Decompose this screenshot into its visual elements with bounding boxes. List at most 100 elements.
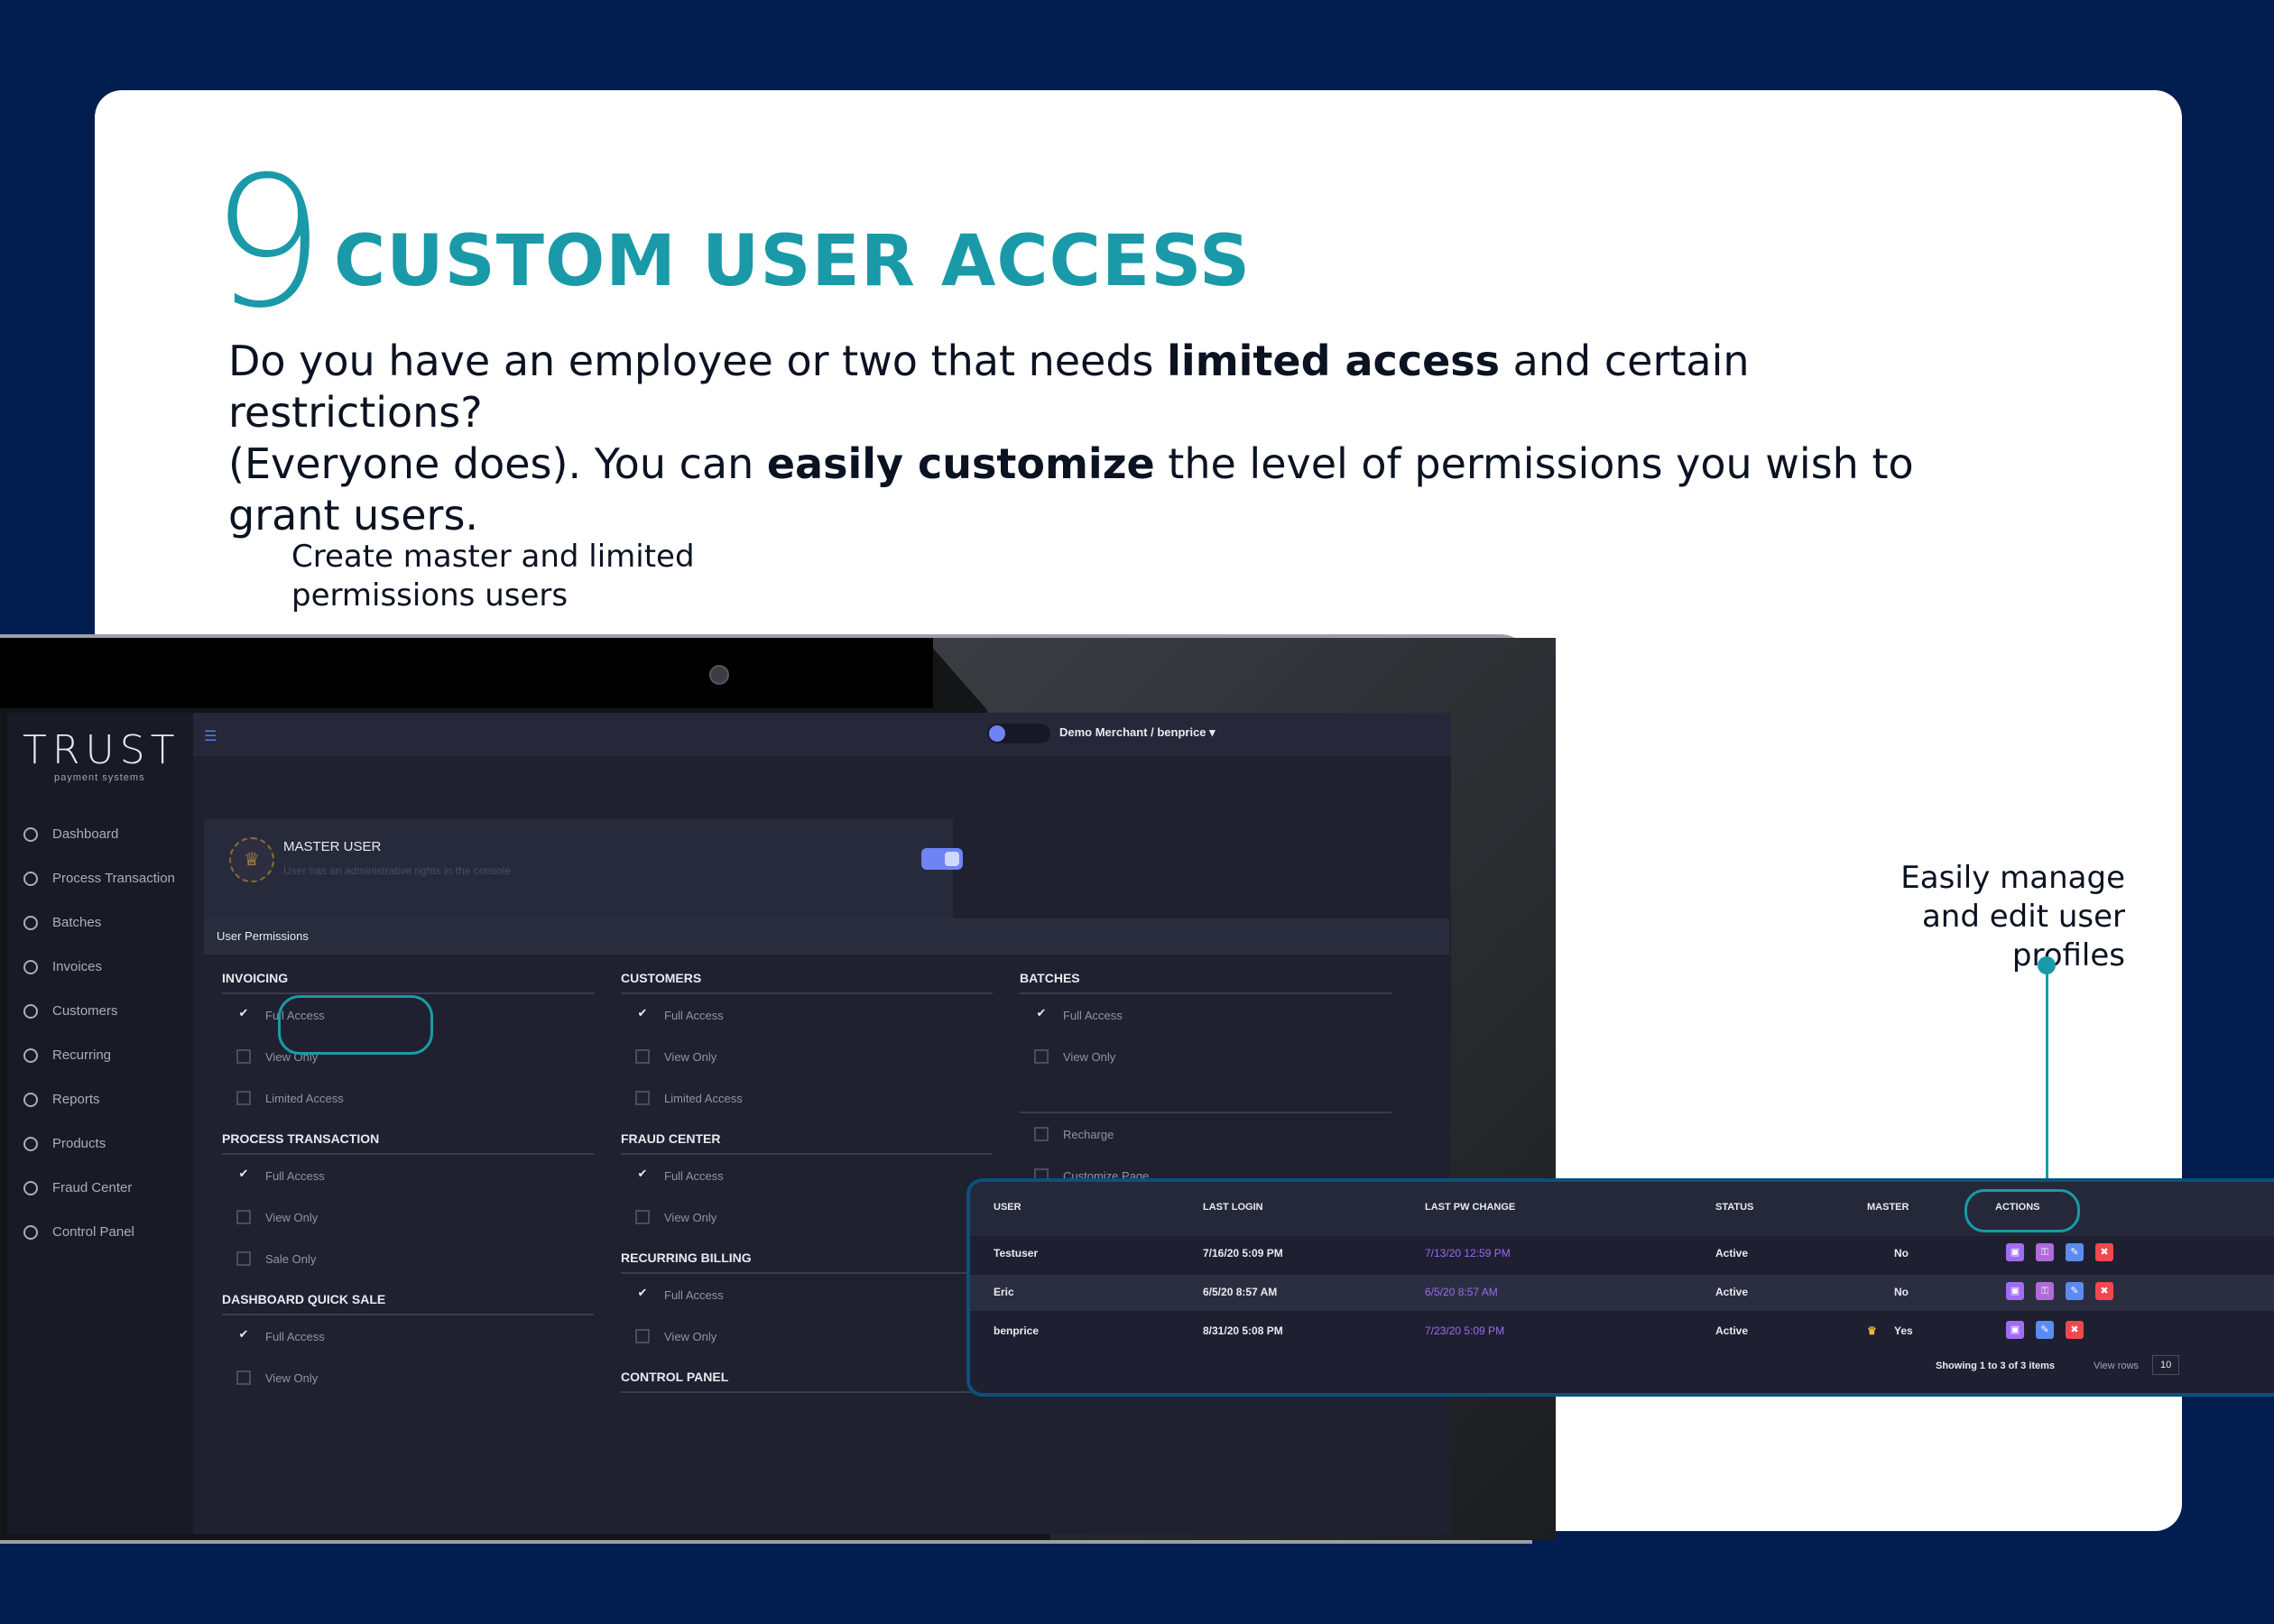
- edit-icon[interactable]: ✎: [2066, 1282, 2084, 1300]
- permission-option-label: View Only: [1063, 1049, 1116, 1064]
- table-cell-user: Testuser: [994, 1247, 1039, 1260]
- permission-option[interactable]: ✔ Full Access: [222, 1315, 594, 1357]
- table-cell-last-login: 7/16/20 5:09 PM: [1203, 1247, 1283, 1260]
- chevron-down-icon: ▾: [1209, 725, 1216, 739]
- permission-option[interactable]: View Only: [621, 1036, 993, 1077]
- main-content: ♕ MASTER USER User has an administrative…: [193, 756, 1451, 1534]
- permission-section-title: CUSTOMERS: [621, 964, 993, 994]
- table-cell-last-pw: 7/23/20 5:09 PM: [1425, 1324, 1505, 1337]
- menu-icon[interactable]: ☰: [204, 727, 217, 745]
- permission-option[interactable]: Limited Access: [222, 1077, 594, 1119]
- delete-icon[interactable]: ✖: [2095, 1282, 2113, 1300]
- checkbox[interactable]: [635, 1091, 650, 1105]
- basket-icon: [23, 1136, 38, 1151]
- callout-master-limited: Create master and limited permissions us…: [291, 539, 695, 614]
- checkmark-icon[interactable]: ✔: [635, 1007, 650, 1022]
- checkbox[interactable]: [1034, 1127, 1049, 1141]
- checkmark-icon[interactable]: ✔: [1034, 1007, 1049, 1022]
- checkbox[interactable]: [236, 1049, 251, 1064]
- table-row: Testuser 7/16/20 5:09 PM 7/13/20 12:59 PM A…: [970, 1236, 2274, 1272]
- permission-option[interactable]: View Only: [222, 1357, 594, 1398]
- checkmark-icon[interactable]: ✔: [236, 1007, 251, 1022]
- theme-toggle[interactable]: [987, 724, 1050, 743]
- checkmark-icon[interactable]: ✔: [635, 1287, 650, 1302]
- permission-option[interactable]: ✔ Full Access: [621, 1155, 993, 1196]
- sidebar-item-invoices[interactable]: Invoices: [7, 945, 193, 989]
- sidebar-item-fraud-center[interactable]: Fraud Center: [7, 1166, 193, 1210]
- tab-user-permissions[interactable]: User Permissions: [204, 918, 339, 955]
- col-status: STATUS: [1715, 1202, 1754, 1213]
- step-number: 9: [210, 138, 326, 348]
- laptop-mockup: TRUST payment systems Dashboard Process …: [0, 634, 1556, 1544]
- lock-icon[interactable]: ▣: [2006, 1243, 2024, 1261]
- permission-option[interactable]: Recharge: [1020, 1113, 1391, 1155]
- checkbox[interactable]: [236, 1210, 251, 1224]
- delete-icon[interactable]: ✖: [2095, 1243, 2113, 1261]
- permission-option-label: View Only: [664, 1329, 717, 1343]
- permission-option[interactable]: Sale Only: [222, 1238, 594, 1279]
- camera-icon: [709, 665, 729, 685]
- sidebar-item-batches[interactable]: Batches: [7, 900, 193, 945]
- checkmark-icon[interactable]: ✔: [236, 1328, 251, 1343]
- sidebar-item-customers[interactable]: Customers: [7, 989, 193, 1033]
- permission-option[interactable]: Limited Access: [621, 1077, 993, 1119]
- lock-icon[interactable]: ▣: [2006, 1282, 2024, 1300]
- permission-section-title: BATCHES: [1020, 964, 1391, 994]
- sidebar-item-process-transaction[interactable]: Process Transaction: [7, 856, 193, 900]
- permission-option[interactable]: ✔ Full Access: [1020, 994, 1391, 1036]
- permission-option[interactable]: View Only: [1020, 1036, 1391, 1077]
- col-last-pw-change: LAST PW CHANGE: [1425, 1202, 1516, 1213]
- gear-icon: [23, 1224, 38, 1240]
- master-user-toggle[interactable]: [921, 848, 963, 870]
- merchant-user-menu[interactable]: Demo Merchant / benprice ▾: [1059, 725, 1216, 740]
- dashboard-icon: [23, 826, 38, 842]
- col-master: MASTER: [1867, 1202, 1909, 1213]
- edit-icon[interactable]: ✎: [2066, 1243, 2084, 1261]
- key-icon[interactable]: ⚿: [2036, 1282, 2054, 1300]
- permission-section-title: INVOICING: [222, 964, 594, 994]
- master-user-title: MASTER USER: [283, 839, 382, 854]
- permission-option[interactable]: ✔ Full Access: [621, 1274, 993, 1315]
- logo: TRUST: [23, 727, 180, 773]
- permission-option[interactable]: View Only: [222, 1196, 594, 1238]
- users-table-panel: USER LAST LOGIN LAST PW CHANGE STATUS MA…: [966, 1178, 2274, 1397]
- delete-icon[interactable]: ✖: [2066, 1321, 2084, 1339]
- permission-option[interactable]: ✔ Full Access: [621, 994, 993, 1036]
- checkbox[interactable]: [1034, 1049, 1049, 1064]
- crown-icon: ♕: [229, 837, 274, 882]
- sidebar-item-products[interactable]: Products: [7, 1121, 193, 1166]
- sidebar-item-dashboard[interactable]: Dashboard: [7, 812, 193, 856]
- checkbox[interactable]: [236, 1251, 251, 1266]
- checkbox[interactable]: [635, 1329, 650, 1343]
- view-rows-select[interactable]: 10: [2152, 1355, 2180, 1375]
- checkbox[interactable]: [635, 1210, 650, 1224]
- permission-section-title: CONTROL PANEL: [621, 1362, 993, 1393]
- permission-option[interactable]: View Only: [621, 1196, 993, 1238]
- batches-icon: [23, 915, 38, 930]
- checkbox[interactable]: [236, 1370, 251, 1385]
- permission-option-label: Limited Access: [664, 1091, 743, 1105]
- sidebar-item-control-panel[interactable]: Control Panel: [7, 1210, 193, 1254]
- permission-option-label: Sale Only: [265, 1251, 317, 1266]
- permission-option[interactable]: ✔ Full Access: [222, 1155, 594, 1196]
- key-icon[interactable]: ⚿: [2036, 1243, 2054, 1261]
- checkbox[interactable]: [236, 1091, 251, 1105]
- checkmark-icon[interactable]: ✔: [635, 1167, 650, 1183]
- table-footer-count: Showing 1 to 3 of 3 items: [1936, 1361, 2056, 1371]
- table-cell-master: No: [1894, 1286, 1909, 1298]
- table-cell-last-pw: 6/5/20 8:57 AM: [1425, 1286, 1498, 1298]
- permissions-column-2: CUSTOMERS ✔ Full Access View Only Limited Ac…: [621, 964, 993, 1398]
- edit-icon[interactable]: ✎: [2036, 1321, 2054, 1339]
- permission-option-label: Full Access: [265, 1329, 325, 1343]
- dollar-icon: [23, 871, 38, 886]
- table-header: USER LAST LOGIN LAST PW CHANGE STATUS MA…: [970, 1182, 2274, 1236]
- permission-option[interactable]: View Only: [621, 1315, 993, 1357]
- sidebar-item-recurring[interactable]: Recurring: [7, 1033, 193, 1077]
- permission-section: BATCHES ✔ Full Access View Only: [1020, 964, 1391, 1077]
- sidebar-item-reports[interactable]: Reports: [7, 1077, 193, 1121]
- laptop-bezel: [0, 638, 933, 708]
- checkmark-icon[interactable]: ✔: [236, 1167, 251, 1183]
- lock-icon[interactable]: ▣: [2006, 1321, 2024, 1339]
- view-rows-label: View rows: [2094, 1361, 2139, 1371]
- checkbox[interactable]: [635, 1049, 650, 1064]
